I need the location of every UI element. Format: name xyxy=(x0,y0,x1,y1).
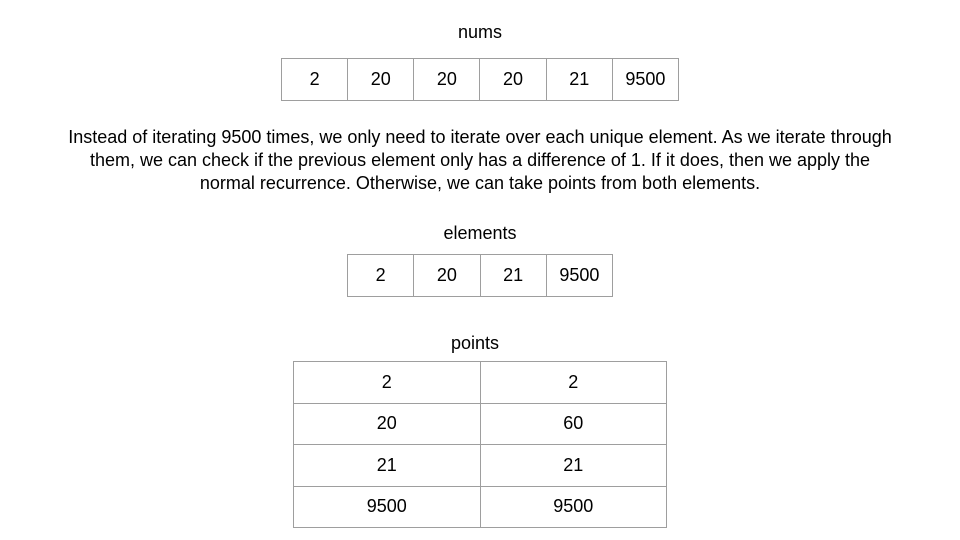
nums-cell: 20 xyxy=(479,58,547,101)
points-table: 2 2 20 60 21 21 9500 9500 xyxy=(293,361,667,528)
nums-cell: 20 xyxy=(413,58,481,101)
points-row: 20 60 xyxy=(293,402,667,445)
elements-row: 2 20 21 9500 xyxy=(346,254,614,297)
nums-cell: 20 xyxy=(347,58,415,101)
points-label: points xyxy=(450,333,500,353)
elements-cell: 21 xyxy=(479,254,547,297)
elements-label: elements xyxy=(443,223,517,243)
nums-cell: 21 xyxy=(545,58,613,101)
points-row: 21 21 xyxy=(293,444,667,487)
description-text: Instead of iterating 9500 times, we only… xyxy=(68,127,892,193)
points-value-cell: 60 xyxy=(479,402,667,445)
nums-row: 2 20 20 20 21 9500 xyxy=(280,58,680,101)
points-value-cell: 9500 xyxy=(479,485,667,528)
points-element-cell: 20 xyxy=(293,402,481,445)
nums-cell: 9500 xyxy=(611,58,680,101)
points-row: 2 2 xyxy=(293,361,667,404)
elements-cell: 2 xyxy=(346,254,415,297)
nums-cell: 2 xyxy=(280,58,349,101)
points-element-cell: 2 xyxy=(293,361,481,404)
elements-cell: 9500 xyxy=(545,254,614,297)
points-row: 9500 9500 xyxy=(293,485,667,528)
nums-array: 2 20 20 20 21 9500 xyxy=(280,58,680,101)
points-element-cell: 9500 xyxy=(293,485,481,528)
nums-label: nums xyxy=(457,22,502,42)
elements-cell: 20 xyxy=(413,254,481,297)
points-value-cell: 21 xyxy=(479,444,667,487)
points-element-cell: 21 xyxy=(293,444,481,487)
elements-array: 2 20 21 9500 xyxy=(346,254,614,297)
points-value-cell: 2 xyxy=(479,361,667,404)
